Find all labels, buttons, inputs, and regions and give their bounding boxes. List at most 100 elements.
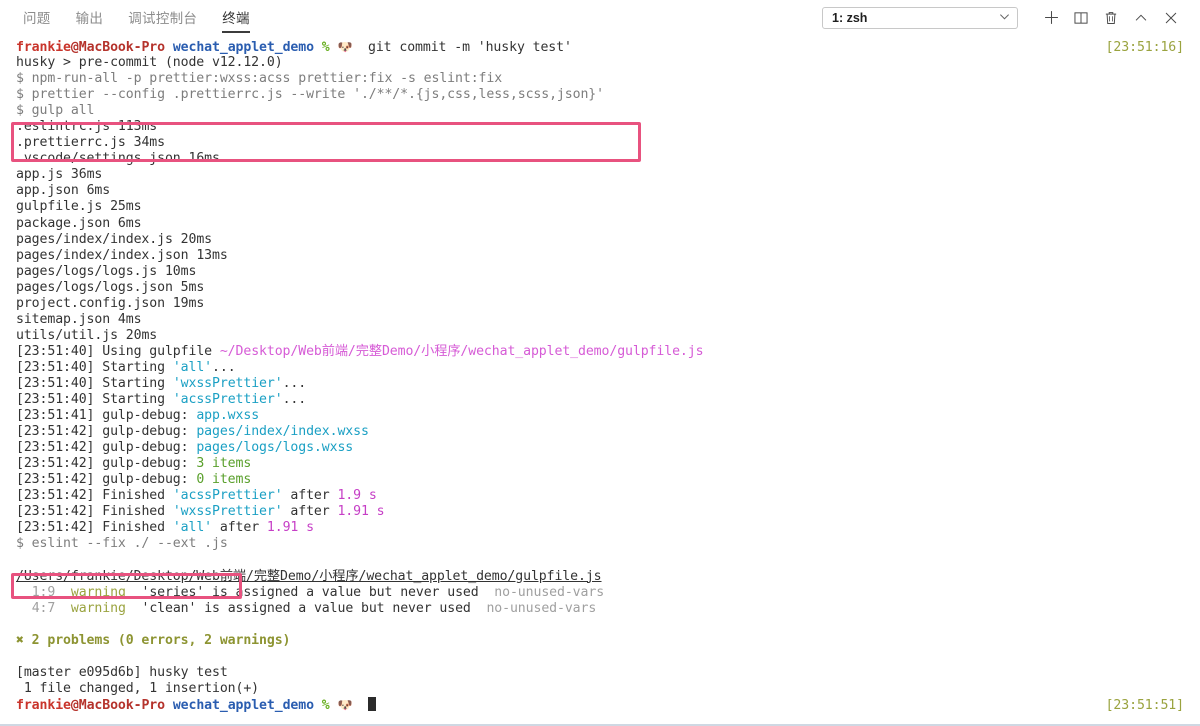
terminal-output: frankie@MacBook-Pro wechat_applet_demo %… — [0, 39, 1200, 713]
prettier-file-row: utils/util.js 20ms — [16, 328, 1190, 344]
gulp-starting-verb: Starting — [102, 359, 173, 375]
gulp-debug-time: [23:51:42] — [16, 456, 95, 472]
new-terminal-button[interactable] — [1036, 4, 1066, 32]
terminal-line-final-prompt: frankie@MacBook-Pro wechat_applet_demo %… — [16, 696, 1190, 714]
eslint-file-path: /Users/frankie/Desktop/Web前端/完整Demo/小程序/… — [16, 568, 602, 584]
split-terminal-button[interactable] — [1066, 4, 1096, 32]
gulp-finished-time: [23:51:42] — [16, 520, 95, 536]
gulp-starting-task: 'acssPrettier' — [172, 392, 283, 408]
prettier-file-time: 25ms — [110, 199, 142, 215]
chevron-up-icon — [1133, 10, 1149, 26]
terminal-instance-select[interactable]: 1: zsh — [822, 6, 1018, 29]
prettier-file-row: gulpfile.js 25ms — [16, 199, 1190, 215]
prettier-file-row: .prettierrc.js 34ms — [16, 135, 1190, 151]
gulp-using-time: [23:51:40] — [16, 343, 95, 359]
prettier-file-name: pages/index/index.json — [16, 247, 189, 263]
prettier-file-row: app.js 36ms — [16, 167, 1190, 183]
tab-output[interactable]: 输出 — [67, 12, 113, 35]
prettier-file-name: pages/index/index.js — [16, 231, 173, 247]
gulp-using-text: Using gulpfile — [102, 343, 220, 359]
prettier-file-time: 113ms — [117, 119, 158, 135]
prettier-file-name: app.js — [16, 167, 64, 183]
gulp-finished-line: [23:51:42] Finished 'wxssPrettier' after… — [16, 504, 1190, 520]
tab-terminal[interactable]: 终端 — [213, 12, 259, 35]
eslint-warning-severity: warning — [70, 584, 126, 600]
tab-problems[interactable]: 问题 — [14, 12, 60, 35]
panel-tabs: 问题 输出 调试控制台 终端 — [0, 0, 266, 35]
terminal-instance-value: 1: zsh — [832, 10, 868, 25]
prettier-file-row: project.config.json 19ms — [16, 296, 1190, 312]
tab-terminal-label: 终端 — [222, 11, 250, 26]
prettier-file-row: pages/index/index.js 20ms — [16, 232, 1190, 248]
panel-header: 问题 输出 调试控制台 终端 1: zsh — [0, 0, 1200, 35]
plus-icon — [1043, 9, 1060, 26]
dog-emoji-icon: 🐶 — [337, 40, 353, 54]
prettier-file-time: 16ms — [188, 151, 220, 167]
prettier-file-name: .eslintrc.js — [16, 119, 111, 135]
prettier-file-name: package.json — [16, 215, 111, 231]
gulp-finished-time: [23:51:42] — [16, 504, 95, 520]
gulp-debug-label: gulp-debug: — [102, 440, 197, 456]
gulp-finished-task: 'all' — [172, 520, 213, 536]
maximize-panel-button[interactable] — [1126, 4, 1156, 32]
chevron-down-icon — [999, 11, 1010, 25]
gulp-debug-label: gulp-debug: — [102, 456, 197, 472]
gulp-starting-suffix: ... — [282, 375, 307, 391]
eslint-warning-message: 'series' is assigned a value but never u… — [141, 584, 479, 600]
prompt-percent: % — [321, 697, 330, 713]
prettier-file-time: 6ms — [86, 183, 111, 199]
close-panel-button[interactable] — [1156, 4, 1186, 32]
gulp-debug-value: app.wxss — [196, 408, 260, 424]
gulp-finished-line: [23:51:42] Finished 'acssPrettier' after… — [16, 488, 1190, 504]
gulp-debug-line: [23:51:42] gulp-debug: pages/logs/logs.w… — [16, 440, 1190, 456]
tab-debug-console-label: 调试控制台 — [128, 11, 198, 26]
prettier-file-name: project.config.json — [16, 295, 165, 311]
split-panel-icon — [1073, 10, 1089, 26]
prettier-file-name: sitemap.json — [16, 311, 111, 327]
prettier-file-name: app.json — [16, 183, 79, 199]
eslint-warning-severity: warning — [70, 600, 126, 616]
gulp-debug-line: [23:51:42] gulp-debug: 0 items — [16, 472, 1190, 488]
gulp-debug-line: [23:51:42] gulp-debug: pages/index/index… — [16, 424, 1190, 440]
gulp-using-line: [23:51:40] Using gulpfile ~/Desktop/Web前… — [16, 344, 1190, 360]
gulp-starting-line: [23:51:40] Starting 'acssPrettier'... — [16, 392, 1190, 408]
prettier-file-time: 5ms — [180, 279, 205, 295]
prompt-percent: % — [321, 40, 330, 55]
eslint-warning-message: 'clean' is assigned a value but never us… — [141, 600, 471, 616]
tab-problems-label: 问题 — [23, 11, 51, 26]
prettier-file-time: 4ms — [117, 311, 142, 327]
gulp-debug-time: [23:51:42] — [16, 424, 95, 440]
kill-terminal-button[interactable] — [1096, 4, 1126, 32]
gulp-debug-line: [23:51:42] gulp-debug: 3 items — [16, 456, 1190, 472]
prompt-line-final: frankie@MacBook-Pro wechat_applet_demo %… — [16, 696, 376, 714]
terminal-line-prompt-command: frankie@MacBook-Pro wechat_applet_demo %… — [16, 39, 1190, 55]
prettier-file-time: 6ms — [117, 215, 142, 231]
gulp-debug-time: [23:51:42] — [16, 472, 95, 488]
gulp-starting-time: [23:51:40] — [16, 392, 95, 408]
prettier-file-time: 20ms — [125, 327, 158, 343]
prettier-file-time: 20ms — [180, 231, 212, 247]
git-commit-result-line: [master e095d6b] husky test — [16, 664, 228, 680]
prettier-file-row: pages/logs/logs.json 5ms — [16, 280, 1190, 296]
prettier-file-row: pages/logs/logs.js 10ms — [16, 264, 1190, 280]
gulp-finished-duration: 1.91 s — [266, 520, 314, 536]
prettier-file-name: .prettierrc.js — [16, 135, 126, 151]
eslint-warning-rule: no-unused-vars — [486, 600, 597, 616]
gulp-starting-suffix: ... — [212, 359, 236, 375]
close-icon — [1163, 10, 1179, 26]
eslint-warning-location: 4:7 — [31, 600, 56, 616]
prettier-file-row: package.json 6ms — [16, 216, 1190, 232]
terminal-line-husky: husky > pre-commit (node v12.12.0) — [16, 55, 283, 71]
gulp-finished-mid: after — [282, 504, 338, 520]
terminal-body[interactable]: frankie@MacBook-Pro wechat_applet_demo %… — [0, 35, 1200, 726]
gulp-debug-time: [23:51:41] — [16, 408, 95, 424]
prompt-host: @MacBook-Pro — [70, 40, 165, 55]
gulp-debug-value: 3 items — [196, 456, 252, 472]
gulp-starting-line: [23:51:40] Starting 'wxssPrettier'... — [16, 376, 1190, 392]
gulp-starting-time: [23:51:40] — [16, 359, 95, 375]
prompt-user: frankie — [16, 40, 71, 55]
tab-debug-console[interactable]: 调试控制台 — [119, 12, 206, 35]
gulp-starting-time: [23:51:40] — [16, 375, 95, 391]
terminal-line-prettier-cmd: $ prettier --config .prettierrc.js --wri… — [16, 87, 604, 103]
